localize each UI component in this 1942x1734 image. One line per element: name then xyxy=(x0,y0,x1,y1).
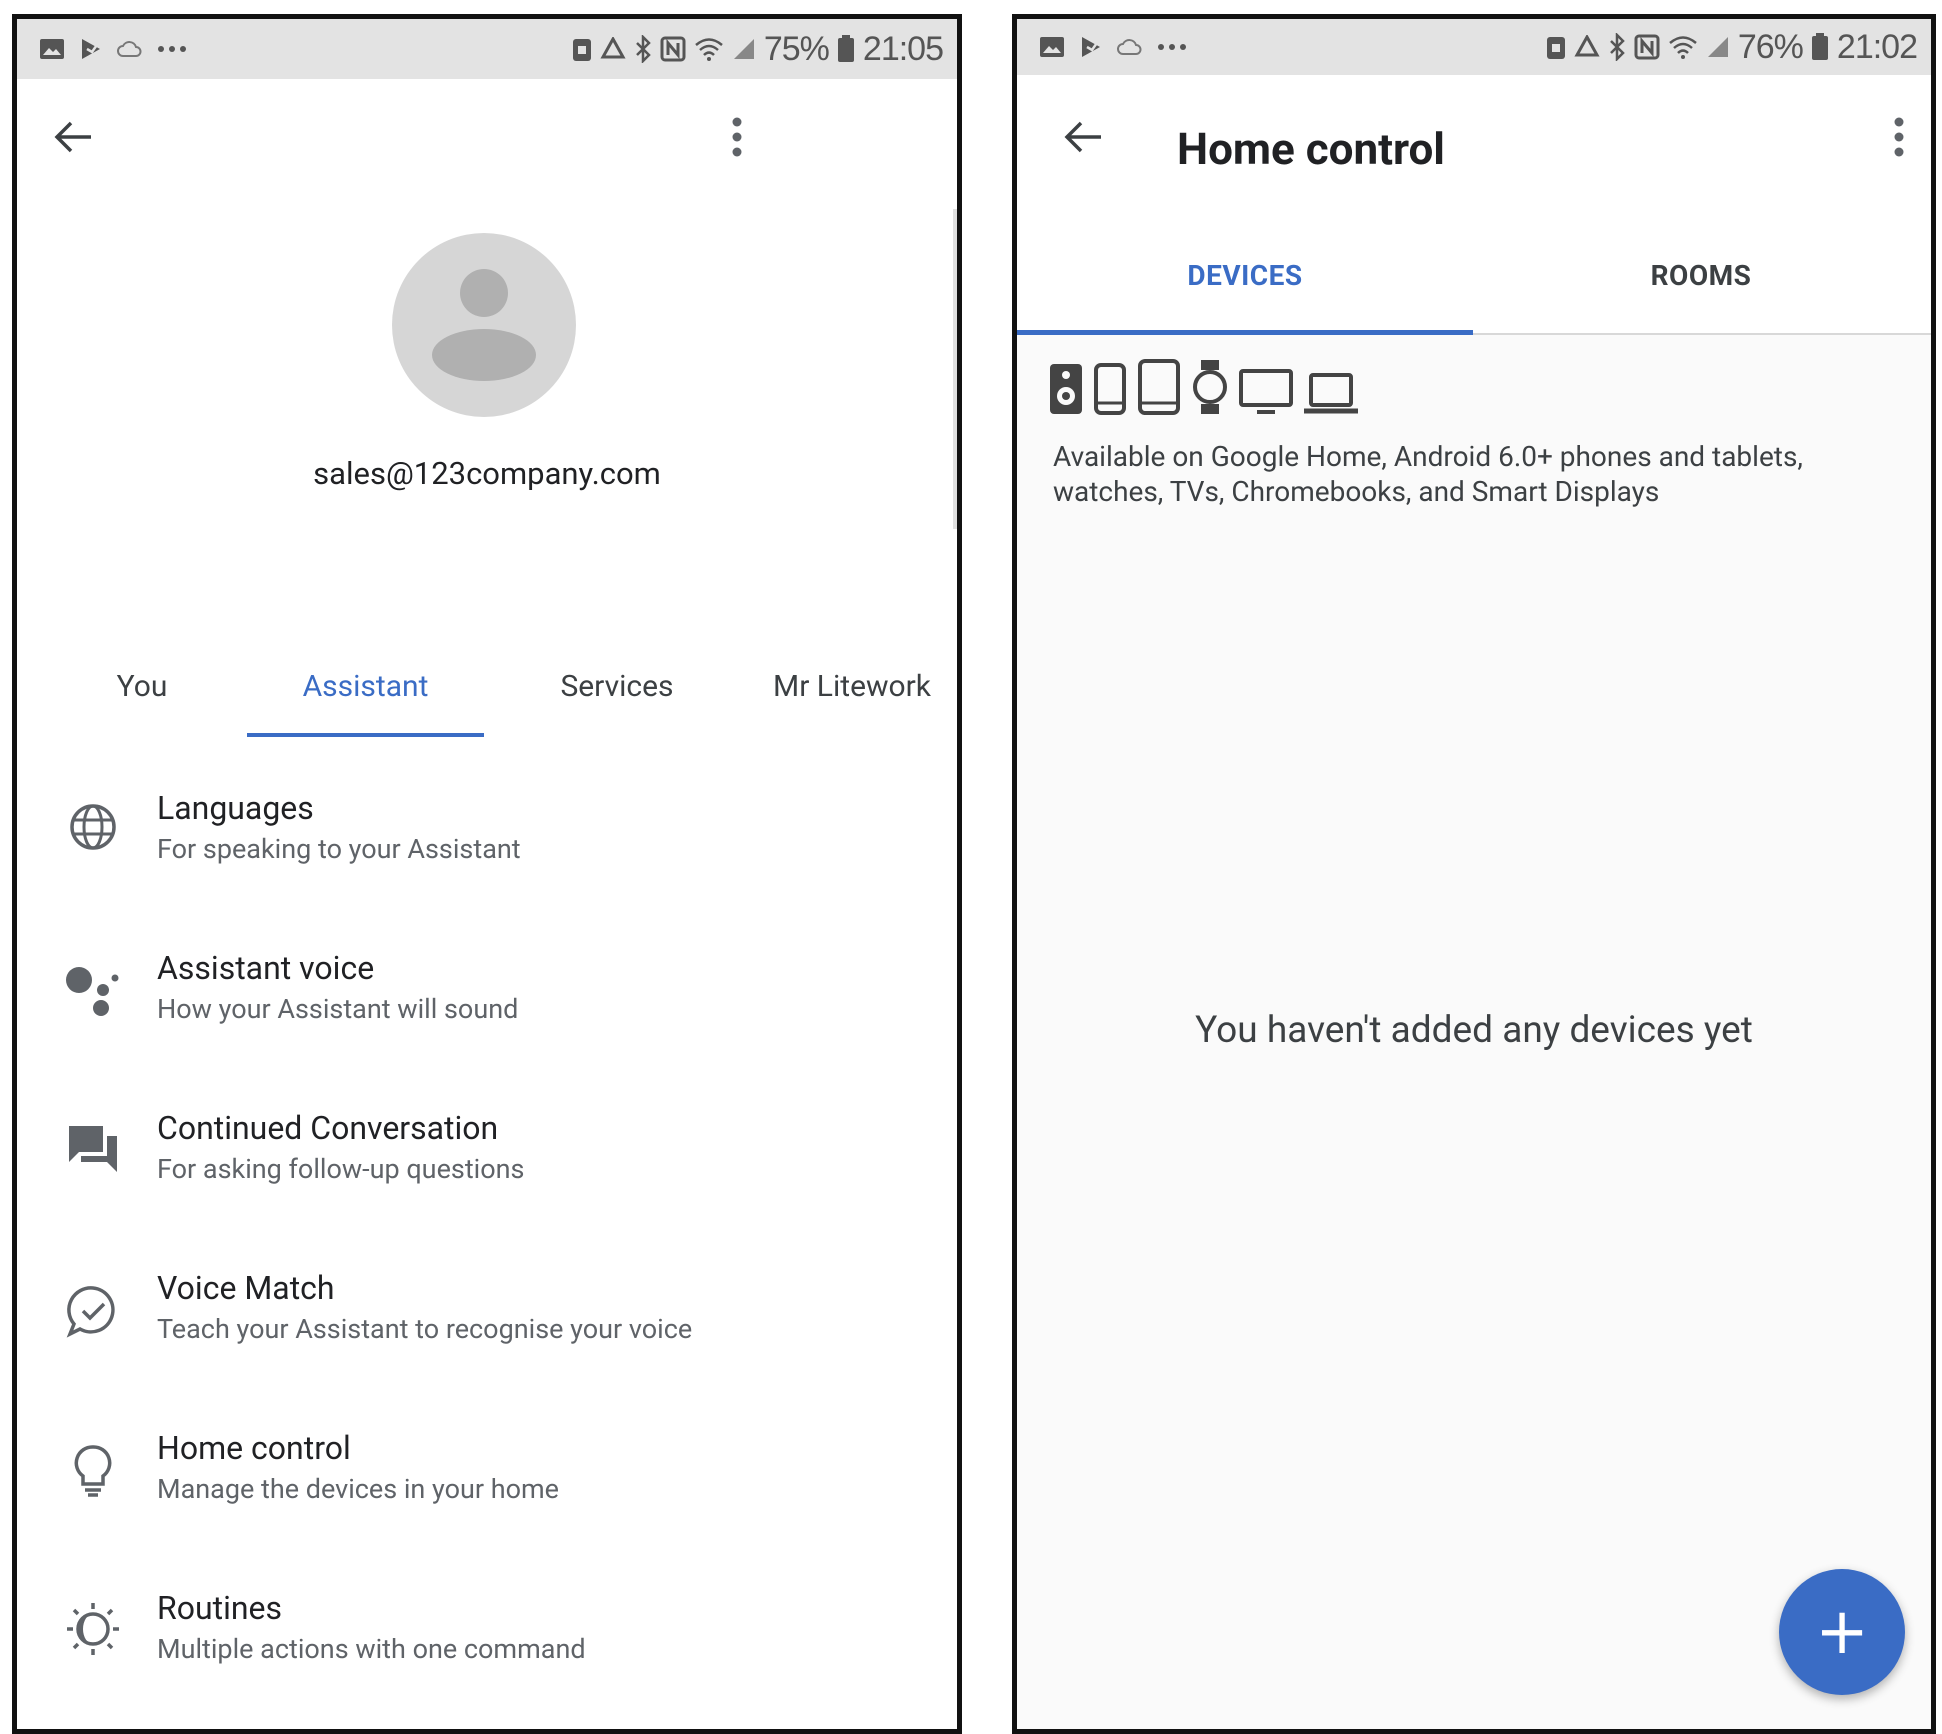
menu-item-subtitle: How your Assistant will sound xyxy=(157,993,519,1025)
back-button[interactable] xyxy=(1051,105,1115,169)
menu-item-languages[interactable]: Languages For speaking to your Assistant xyxy=(17,759,957,899)
menu-item-title: Home control xyxy=(157,1429,351,1467)
menu-item-subtitle: Multiple actions with one command xyxy=(157,1633,586,1665)
menu-item-title: Voice Match xyxy=(157,1269,335,1307)
tv-icon xyxy=(1239,369,1293,419)
battery-icon xyxy=(1811,33,1829,61)
watch-icon xyxy=(1191,359,1229,419)
app-bar: Home control xyxy=(1017,75,1931,209)
cloud-sync-icon xyxy=(1117,36,1143,58)
lock-icon xyxy=(572,36,592,62)
add-device-button[interactable]: + xyxy=(1779,1569,1905,1695)
active-tab-indicator xyxy=(1017,330,1473,335)
signal-icon xyxy=(1706,35,1730,59)
wifi-icon xyxy=(1668,35,1698,59)
menu-item-subtitle: For asking follow-up questions xyxy=(157,1153,525,1185)
phone-icon xyxy=(1093,363,1127,419)
back-arrow-icon xyxy=(54,121,91,153)
status-bar: 76% 21:02 xyxy=(1017,19,1931,75)
back-arrow-icon xyxy=(1064,121,1101,153)
lock-icon xyxy=(1546,34,1566,60)
overflow-menu-button[interactable] xyxy=(1871,105,1927,169)
more-vert-icon xyxy=(1894,117,1904,157)
battery-icon xyxy=(837,35,855,63)
voice-match-icon xyxy=(65,1283,121,1339)
play-store-notification-icon xyxy=(79,37,103,61)
page-title: Home control xyxy=(1177,123,1445,175)
menu-item-voice-match[interactable]: Voice Match Teach your Assistant to reco… xyxy=(17,1239,957,1379)
tab-bar: DEVICES ROOMS xyxy=(1017,209,1931,335)
phone-screen-home-control: 76% 21:02 Home control DEVICES ROOMS Ava… xyxy=(1012,14,1936,1734)
play-store-notification-icon xyxy=(1079,35,1103,59)
nfc-icon xyxy=(1634,34,1660,60)
more-notifications-icon xyxy=(157,44,187,54)
supported-device-icons xyxy=(1049,359,1359,419)
more-notifications-icon xyxy=(1157,42,1187,52)
menu-item-subtitle: For speaking to your Assistant xyxy=(157,833,521,865)
menu-item-title: Continued Conversation xyxy=(157,1109,499,1147)
active-tab-indicator xyxy=(247,733,484,737)
gallery-notification-icon xyxy=(39,38,65,60)
gallery-notification-icon xyxy=(1039,36,1065,58)
tablet-icon xyxy=(1137,359,1181,419)
battery-percent: 75% xyxy=(763,29,830,68)
tab-mr-litework[interactable]: Mr Litework xyxy=(747,669,957,704)
speaker-icon xyxy=(1049,363,1083,419)
tab-devices[interactable]: DEVICES xyxy=(1017,259,1473,292)
tab-services[interactable]: Services xyxy=(517,669,717,704)
menu-item-continued-conversation[interactable]: Continued Conversation For asking follow… xyxy=(17,1079,957,1219)
nfc-icon xyxy=(660,36,686,62)
tab-you[interactable]: You xyxy=(57,669,227,704)
menu-item-assistant-voice[interactable]: Assistant voice How your Assistant will … xyxy=(17,919,957,1059)
recycle-icon xyxy=(1574,35,1600,59)
overflow-menu-button[interactable] xyxy=(705,105,769,169)
clock: 21:02 xyxy=(1836,27,1918,66)
menu-item-home-control[interactable]: Home control Manage the devices in your … xyxy=(17,1399,957,1539)
person-icon xyxy=(432,269,536,381)
signal-icon xyxy=(732,37,756,61)
status-bar: 75% 21:05 xyxy=(17,19,957,79)
availability-description: Available on Google Home, Android 6.0+ p… xyxy=(1053,440,1803,508)
account-email: sales@123company.com xyxy=(313,455,661,492)
routines-sun-icon xyxy=(65,1601,121,1657)
cloud-sync-icon xyxy=(117,38,143,60)
laptop-icon xyxy=(1303,373,1359,419)
back-button[interactable] xyxy=(41,105,105,169)
avatar[interactable] xyxy=(392,233,576,417)
menu-item-title: Assistant voice xyxy=(157,949,375,987)
menu-item-title: Routines xyxy=(157,1589,283,1627)
more-vert-icon xyxy=(732,117,742,157)
tab-rooms[interactable]: ROOMS xyxy=(1473,259,1929,292)
battery-percent: 76% xyxy=(1737,27,1804,66)
tab-bar: You Assistant Services Mr Litework xyxy=(17,649,957,739)
menu-item-title: Languages xyxy=(157,789,314,827)
clock: 21:05 xyxy=(862,29,944,68)
assistant-dots-icon xyxy=(65,963,121,1019)
recycle-icon xyxy=(600,37,626,61)
bluetooth-icon xyxy=(1608,33,1626,61)
lightbulb-icon xyxy=(65,1443,121,1499)
tab-assistant[interactable]: Assistant xyxy=(247,669,484,704)
globe-icon xyxy=(65,799,121,855)
plus-icon: + xyxy=(1815,1595,1869,1669)
app-bar xyxy=(17,79,957,209)
phone-screen-assistant-settings: 75% 21:05 sales@123company.com You Assis… xyxy=(12,14,962,1734)
menu-item-subtitle: Manage the devices in your home xyxy=(157,1473,559,1505)
menu-item-subtitle: Teach your Assistant to recognise your v… xyxy=(157,1313,693,1345)
wifi-icon xyxy=(694,37,724,61)
empty-state-message: You haven't added any devices yet xyxy=(1195,1009,1753,1052)
menu-item-routines[interactable]: Routines Multiple actions with one comma… xyxy=(17,1559,957,1699)
chat-bubbles-icon xyxy=(65,1121,121,1177)
bluetooth-icon xyxy=(634,35,652,63)
